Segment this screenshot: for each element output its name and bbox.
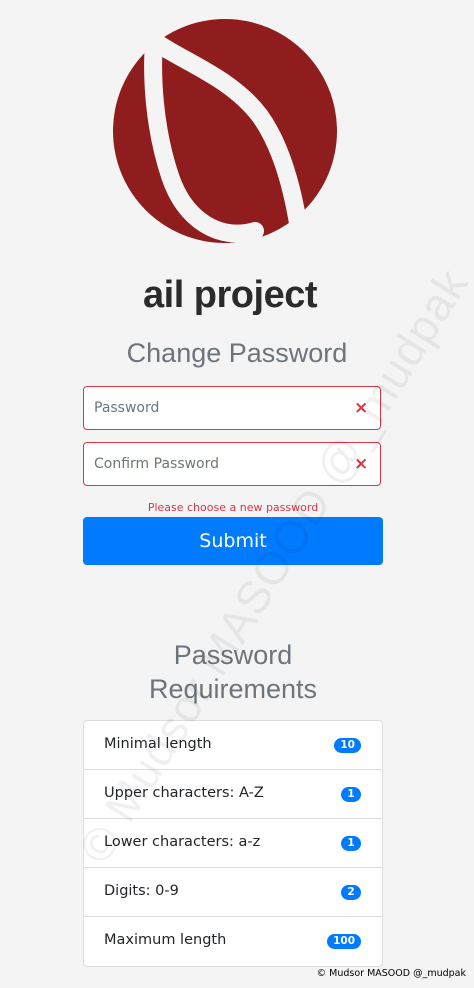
requirements-title: Password Requirements bbox=[0, 638, 466, 706]
requirement-label: Upper characters: A-Z bbox=[104, 785, 264, 801]
list-item: Lower characters: a-z 1 bbox=[84, 819, 382, 868]
ail-logo-icon bbox=[113, 19, 337, 245]
confirm-password-field[interactable]: × bbox=[83, 442, 381, 486]
requirements-title-line1: Password bbox=[173, 640, 293, 670]
requirement-badge: 10 bbox=[334, 738, 361, 753]
requirement-label: Minimal length bbox=[104, 736, 212, 752]
list-item: Upper characters: A-Z 1 bbox=[84, 770, 382, 819]
requirement-label: Lower characters: a-z bbox=[104, 834, 261, 850]
list-item: Digits: 0-9 2 bbox=[84, 868, 382, 917]
list-item: Maximum length 100 bbox=[84, 917, 382, 966]
password-field[interactable]: × bbox=[83, 386, 381, 430]
requirement-badge: 100 bbox=[327, 934, 361, 949]
ail-logo: ail project bbox=[100, 14, 360, 314]
invalid-icon: × bbox=[354, 454, 369, 474]
error-message: Please choose a new password bbox=[147, 501, 319, 514]
copyright-footer: © Mudsor MASOOD @_mudpak bbox=[316, 968, 466, 979]
password-input[interactable] bbox=[84, 387, 334, 429]
requirement-label: Digits: 0-9 bbox=[104, 883, 179, 899]
requirements-list: Minimal length 10 Upper characters: A-Z … bbox=[83, 720, 383, 967]
confirm-password-input[interactable] bbox=[84, 443, 334, 485]
page-title: Change Password bbox=[126, 338, 348, 368]
list-item: Minimal length 10 bbox=[84, 721, 382, 770]
requirement-label: Maximum length bbox=[104, 932, 227, 948]
requirement-badge: 1 bbox=[341, 836, 361, 851]
submit-button[interactable]: Submit bbox=[83, 517, 383, 565]
requirements-title-line2: Requirements bbox=[148, 674, 318, 704]
logo-text: ail project bbox=[143, 274, 318, 316]
invalid-icon: × bbox=[354, 398, 369, 418]
requirement-badge: 1 bbox=[341, 787, 361, 802]
requirement-badge: 2 bbox=[341, 885, 361, 900]
